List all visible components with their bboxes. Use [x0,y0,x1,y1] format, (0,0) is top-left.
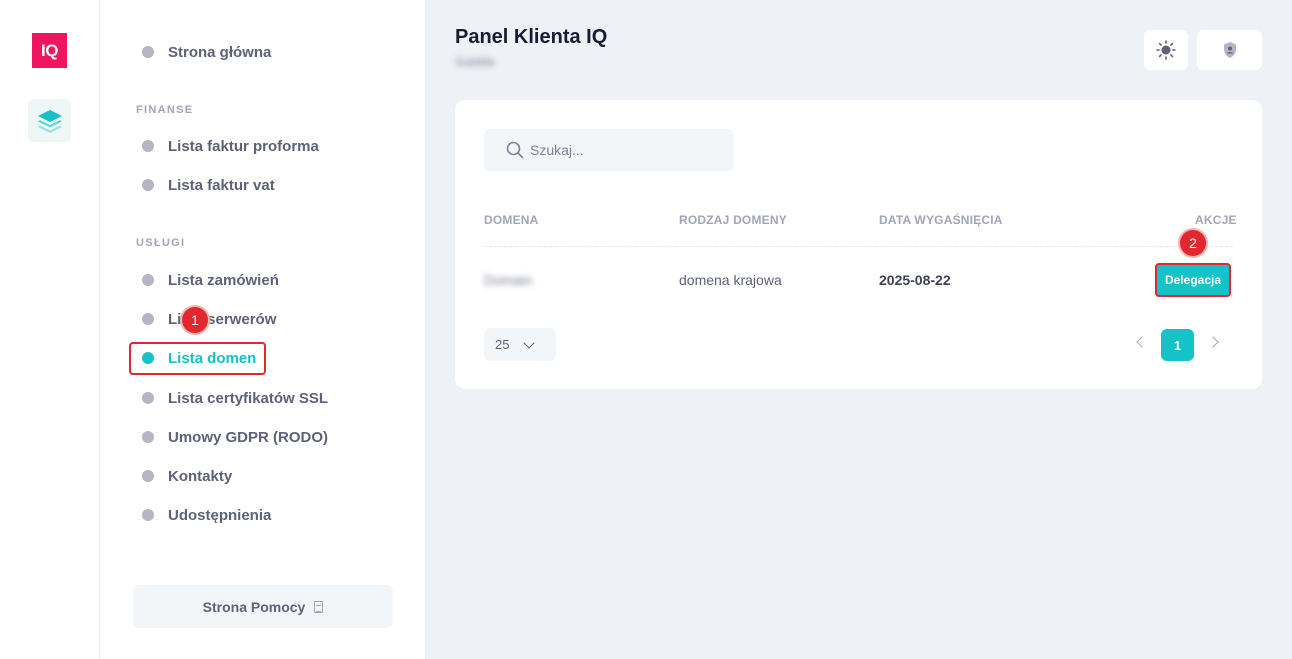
user-menu-button[interactable] [1197,30,1262,70]
sidebar-item-sharing[interactable]: Udostępnienia [142,505,271,525]
sidebar-item-label: Lista faktur proforma [168,137,319,155]
sidebar: Strona główna FINANSE Lista faktur profo… [100,0,425,659]
sidebar-item-label: Lista certyfikatów SSL [168,389,329,407]
search-icon [506,141,524,159]
theme-toggle-button[interactable] [1144,30,1188,70]
bullet-icon [142,509,154,521]
bullet-icon [142,46,154,58]
chevron-right-icon[interactable] [1207,336,1219,348]
sidebar-item-home[interactable]: Strona główna [142,42,271,62]
layers-menu-button[interactable] [28,99,71,142]
search-box[interactable] [484,129,734,171]
column-header-type[interactable]: RODZAJ DOMENY [679,213,787,227]
bullet-icon [142,431,154,443]
search-input[interactable] [530,142,710,158]
sidebar-item-label: Udostępnienia [168,506,272,524]
expiry-date-cell: 2025-08-22 [879,272,951,288]
section-title-services: USŁUGI [136,237,186,249]
annotation-marker-1: 1 [182,307,208,333]
annotation-highlight-domains [129,342,266,375]
column-header-actions: AKCJE [1195,213,1237,227]
sidebar-item-proforma[interactable]: Lista faktur proforma [142,136,319,156]
column-header-expiry[interactable]: DATA WYGAŚNIĘCIA [879,213,1003,227]
bullet-icon [142,313,154,325]
sidebar-item-label: Strona główna [168,43,272,61]
sun-icon [1156,40,1176,60]
sidebar-item-label: Lista zamówień [168,271,279,289]
domains-card: DOMENA RODZAJ DOMENY DATA WYGAŚNIĘCIA AK… [455,100,1262,389]
bullet-icon [142,392,154,404]
document-icon [314,600,324,613]
annotation-marker-2: 2 [1180,230,1206,256]
delegation-button[interactable]: Delegacja [1155,263,1231,297]
page-button-current[interactable]: 1 [1161,329,1194,361]
help-page-button[interactable]: Strona Pomocy [133,585,393,628]
sidebar-item-label: Kontakty [168,467,233,485]
sidebar-item-vat[interactable]: Lista faktur vat [142,175,275,195]
domain-type-cell: domena krajowa [679,272,782,288]
sidebar-item-gdpr[interactable]: Umowy GDPR (RODO) [142,427,328,447]
header-divider [484,246,1233,247]
bullet-icon [142,274,154,286]
icon-rail: IQ [0,0,100,659]
sidebar-item-servers[interactable]: Lista serwerów [142,309,276,329]
sidebar-item-contacts[interactable]: Kontakty [142,466,232,486]
bullet-icon [142,179,154,191]
shield-user-icon [1223,42,1236,58]
sidebar-item-ssl[interactable]: Lista certyfikatów SSL [142,388,328,408]
bullet-icon [142,470,154,482]
per-page-value: 25 [495,337,510,352]
per-page-select[interactable]: 25 [484,328,556,361]
help-button-label: Strona Pomocy [202,598,306,615]
layers-icon [37,109,62,133]
page-subtitle-blurred: Subtitle [455,55,496,69]
chevron-left-icon[interactable] [1136,336,1148,348]
bullet-icon [142,140,154,152]
iq-logo[interactable]: IQ [32,33,67,68]
column-header-domain[interactable]: DOMENA [484,213,539,227]
sidebar-item-orders[interactable]: Lista zamówień [142,270,279,290]
domain-cell-blurred: Domain [484,272,533,288]
page-title: Panel Klienta IQ [455,26,608,48]
sidebar-item-label: Lista faktur vat [168,176,275,194]
chevron-down-icon [523,336,536,349]
section-title-finance: FINANSE [136,104,194,116]
sidebar-item-label: Umowy GDPR (RODO) [168,428,329,446]
